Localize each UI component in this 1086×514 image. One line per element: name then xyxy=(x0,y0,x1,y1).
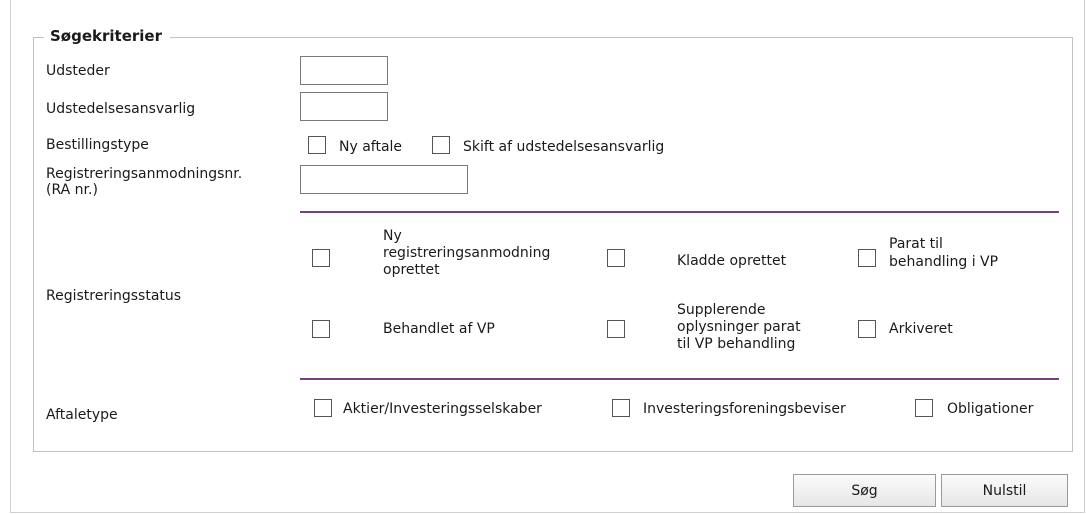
status-parat-line1: Parat til xyxy=(889,236,943,252)
search-button[interactable]: Søg xyxy=(793,474,936,507)
investeringsforeningsbeviser-label: Investeringsforeningsbeviser xyxy=(643,401,846,417)
investeringsforeningsbeviser-checkbox[interactable] xyxy=(612,399,630,417)
status-kladde-checkbox[interactable] xyxy=(607,249,625,267)
status-ny-line1: Ny xyxy=(383,228,402,244)
status-supplerende-checkbox[interactable] xyxy=(607,320,625,338)
fieldset-legend: Søgekriterier xyxy=(44,26,170,46)
divider-bottom xyxy=(300,378,1059,380)
aktier-label: Aktier/Investeringsselskaber xyxy=(343,401,542,417)
registreringsstatus-label: Registreringsstatus xyxy=(46,288,182,304)
status-kladde-label: Kladde oprettet xyxy=(677,253,787,269)
status-parat-checkbox[interactable] xyxy=(858,249,876,267)
status-arkiveret-checkbox[interactable] xyxy=(858,320,876,338)
udstedelsesansvarlig-label: Udstedelsesansvarlig xyxy=(46,101,196,117)
bestillingstype-label: Bestillingstype xyxy=(46,137,149,153)
status-ny-checkbox[interactable] xyxy=(312,249,330,267)
ny-aftale-label: Ny aftale xyxy=(339,139,403,155)
ra-label-line2: (RA nr.) xyxy=(46,182,98,198)
ra-label-line1: Registreringsanmodningsnr. xyxy=(46,166,243,182)
ra-number-input[interactable] xyxy=(300,165,468,194)
divider-top xyxy=(300,211,1059,213)
obligationer-checkbox[interactable] xyxy=(915,399,933,417)
skift-udstedelsesansvarlig-checkbox[interactable] xyxy=(432,136,450,154)
udstedelsesansvarlig-input[interactable] xyxy=(300,92,388,121)
status-ny-line2: registreringsanmodning xyxy=(383,245,551,261)
aftaletype-label: Aftaletype xyxy=(46,407,118,423)
status-supplerende-line1: Supplerende xyxy=(677,302,766,318)
status-supplerende-line2: oplysninger parat xyxy=(677,319,801,335)
status-behandlet-checkbox[interactable] xyxy=(312,320,330,338)
aktier-checkbox[interactable] xyxy=(314,399,332,417)
reset-button[interactable]: Nulstil xyxy=(941,474,1068,507)
udsteder-label: Udsteder xyxy=(46,63,110,79)
status-parat-line2: behandling i VP xyxy=(889,254,999,270)
obligationer-label: Obligationer xyxy=(947,401,1034,417)
skift-udstedelsesansvarlig-label: Skift af udstedelsesansvarlig xyxy=(463,139,665,155)
status-behandlet-label: Behandlet af VP xyxy=(383,321,495,337)
status-arkiveret-label: Arkiveret xyxy=(889,321,953,337)
udsteder-input[interactable] xyxy=(300,56,388,85)
status-supplerende-line3: til VP behandling xyxy=(677,336,796,352)
status-ny-line3: oprettet xyxy=(383,262,440,278)
ny-aftale-checkbox[interactable] xyxy=(308,136,326,154)
